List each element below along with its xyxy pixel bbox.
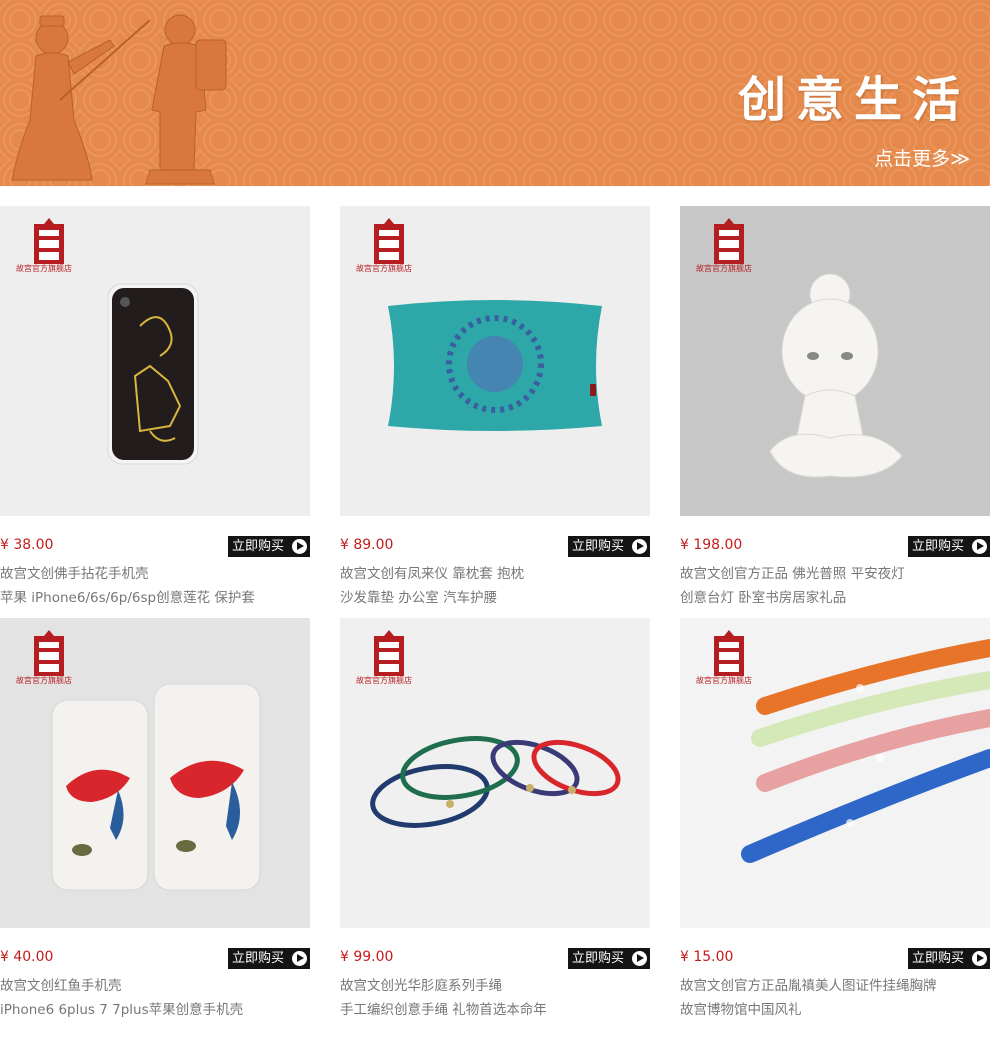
buy-now-button[interactable]: 立即购买 <box>908 536 990 557</box>
product-title-line1[interactable]: 故宫文创官方正品胤禛美人图证件挂绳胸牌 <box>680 974 937 994</box>
product-price: ¥ 15.00 <box>680 949 734 965</box>
product-card[interactable]: 故宫官方旗舰店 ¥ 15.00 立即购买 故宫文创官方正品胤禛美人图证件挂绳胸牌… <box>680 618 990 1028</box>
pillow-icon <box>388 300 602 431</box>
buy-now-button[interactable]: 立即购买 <box>568 948 650 969</box>
play-arrow-icon <box>972 951 987 966</box>
play-arrow-icon <box>292 951 307 966</box>
buy-now-button[interactable]: 立即购买 <box>228 536 310 557</box>
product-title-line2[interactable]: 苹果 iPhone6/6s/6p/6sp创意莲花 保护套 <box>0 586 255 606</box>
product-title-line2[interactable]: iPhone6 6plus 7 7plus苹果创意手机壳 <box>0 998 243 1018</box>
buy-now-button[interactable]: 立即购买 <box>568 536 650 557</box>
product-card[interactable]: 故宫官方旗舰店 ¥ 38.00 立即购买 故宫文创佛手拈花手机壳 苹果 iPho… <box>0 206 310 616</box>
product-price: ¥ 38.00 <box>0 537 54 553</box>
product-price: ¥ 40.00 <box>0 949 54 965</box>
bracelets-icon <box>370 736 621 828</box>
product-image[interactable]: 故宫官方旗舰店 <box>340 206 650 516</box>
buy-now-label: 立即购买 <box>572 951 625 966</box>
product-card[interactable]: 故宫官方旗舰店 ¥ 89.00 立即购买 故宫文创有凤来仪 靠枕套 抱枕 沙发靠… <box>340 206 650 616</box>
product-image[interactable]: 故宫官方旗舰店 <box>680 206 990 516</box>
product-title-line2[interactable]: 故宫博物馆中国风礼 <box>680 998 802 1018</box>
product-title-line2[interactable]: 沙发靠垫 办公室 汽车护腰 <box>340 586 497 606</box>
play-arrow-icon <box>972 539 987 554</box>
product-title-line1[interactable]: 故宫文创佛手拈花手机壳 <box>0 562 149 582</box>
product-title-line1[interactable]: 故宫文创官方正品 佛光普照 平安夜灯 <box>680 562 905 582</box>
play-arrow-icon <box>632 951 647 966</box>
product-title-line2[interactable]: 手工编织创意手绳 礼物首选本命年 <box>340 998 547 1018</box>
play-arrow-icon <box>632 539 647 554</box>
buy-now-label: 立即购买 <box>232 539 285 554</box>
product-price: ¥ 89.00 <box>340 537 394 553</box>
product-title-line1[interactable]: 故宫文创有凤来仪 靠枕套 抱枕 <box>340 562 524 582</box>
fish-phone-case-icon <box>51 683 261 891</box>
phone-case-icon <box>107 283 199 465</box>
product-card[interactable]: 故宫官方旗舰店 ¥ 198.00 立即购买 故宫文创官方正品 佛光普照 平安夜灯… <box>680 206 990 616</box>
lanyards-icon <box>741 639 990 863</box>
banner-title: 创意生活 <box>737 72 970 128</box>
buy-now-label: 立即购买 <box>232 951 285 966</box>
terracotta-figures-image <box>11 14 227 185</box>
buy-now-label: 立即购买 <box>572 539 625 554</box>
buy-now-button[interactable]: 立即购买 <box>228 948 310 969</box>
play-arrow-icon <box>292 539 307 554</box>
view-more-link[interactable]: 点击更多≫ <box>874 144 970 171</box>
product-title-line1[interactable]: 故宫文创光华肜庭系列手绳 <box>340 974 502 994</box>
product-price: ¥ 198.00 <box>680 537 743 553</box>
category-banner: 创意生活 点击更多≫ <box>0 0 990 186</box>
product-image[interactable]: 故宫官方旗舰店 <box>0 618 310 928</box>
buddha-lamp-icon <box>769 273 903 478</box>
product-image[interactable]: 故宫官方旗舰店 <box>340 618 650 928</box>
product-card[interactable]: 故宫官方旗舰店 ¥ 99.00 立即购买 故宫文创光华肜庭系列手绳 手工编织创意… <box>340 618 650 1028</box>
buy-now-label: 立即购买 <box>912 539 965 554</box>
buy-now-button[interactable]: 立即购买 <box>908 948 990 969</box>
product-image[interactable]: 故宫官方旗舰店 <box>0 206 310 516</box>
product-card[interactable]: 故宫官方旗舰店 ¥ 40.00 立即购买 故宫文创红鱼手机壳 iPhone6 6… <box>0 618 310 1028</box>
buy-now-label: 立即购买 <box>912 951 965 966</box>
product-title-line1[interactable]: 故宫文创红鱼手机壳 <box>0 974 122 994</box>
product-price: ¥ 99.00 <box>340 949 394 965</box>
product-image[interactable]: 故宫官方旗舰店 <box>680 618 990 928</box>
product-title-line2[interactable]: 创意台灯 卧室书房居家礼品 <box>680 586 846 606</box>
